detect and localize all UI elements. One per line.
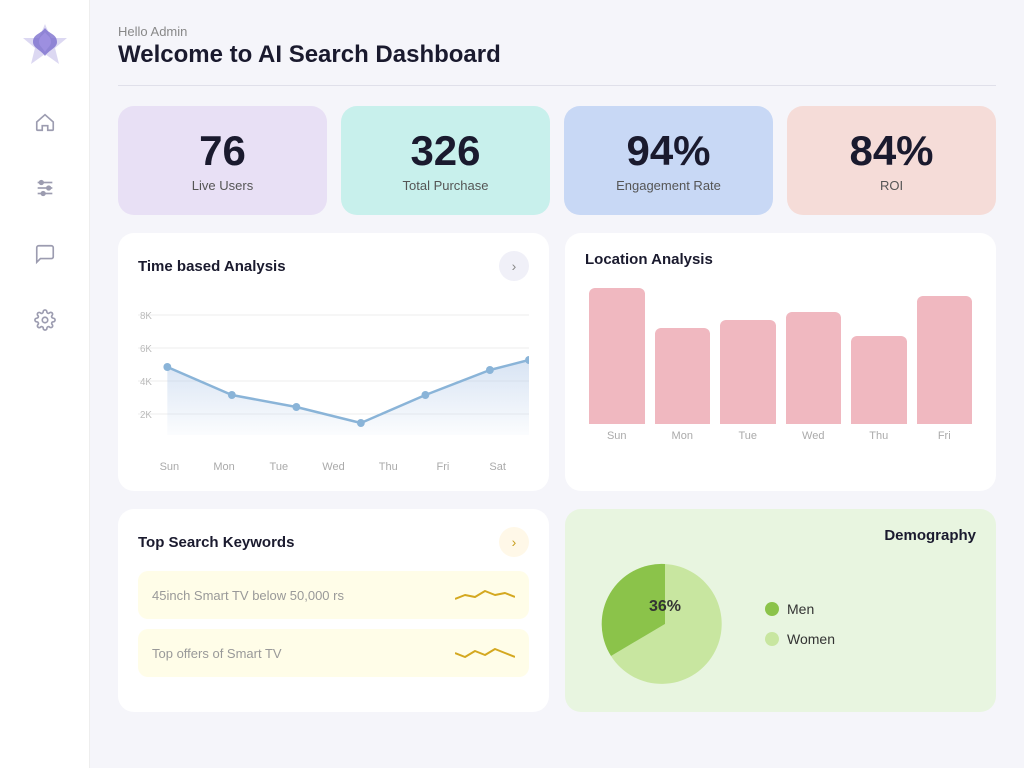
location-chart-title: Location Analysis <box>585 251 713 268</box>
bar-label-sun: Sun <box>607 430 627 442</box>
page-title: Welcome to AI Search Dashboard <box>118 41 996 69</box>
bar-group-mon: Mon <box>655 282 711 442</box>
x-label-fri: Fri <box>416 461 471 473</box>
legend-label-women: Women <box>787 631 835 647</box>
legend-dot-women <box>765 632 779 646</box>
stat-card-total-purchase: 326 Total Purchase <box>341 106 550 215</box>
bar-group-thu: Thu <box>851 282 907 442</box>
sidebar <box>0 0 90 768</box>
bar-label-mon: Mon <box>672 430 693 442</box>
svg-text:8K: 8K <box>140 311 152 322</box>
sidebar-item-settings[interactable] <box>27 302 63 338</box>
keyword-text-2: Top offers of Smart TV <box>152 646 282 661</box>
time-chart-title: Time based Analysis <box>138 258 286 275</box>
bar-fri <box>917 296 973 424</box>
time-analysis-card: Time based Analysis › 8K 6K 4K 2K <box>118 233 549 491</box>
greeting-text: Hello Admin <box>118 24 996 39</box>
demography-card: Demography 36% Men <box>565 509 996 712</box>
x-label-mon: Mon <box>197 461 252 473</box>
sidebar-item-chat[interactable] <box>27 236 63 272</box>
keywords-card: Top Search Keywords › 45inch Smart TV be… <box>118 509 549 712</box>
total-purchase-label: Total Purchase <box>361 178 530 193</box>
pie-percent-label: 36% <box>649 598 681 616</box>
svg-text:6K: 6K <box>140 344 152 355</box>
location-analysis-card: Location Analysis Sun Mon Tue Wed <box>565 233 996 491</box>
engagement-value: 94% <box>584 128 753 174</box>
bar-chart: Sun Mon Tue Wed Thu <box>585 282 976 442</box>
keyword-item-2: Top offers of Smart TV <box>138 629 529 677</box>
pie-chart-svg <box>585 554 745 694</box>
line-chart-svg: 8K 6K 4K 2K <box>138 295 529 455</box>
bar-tue <box>720 320 776 424</box>
bar-group-sun: Sun <box>589 282 645 442</box>
bar-wed <box>786 312 842 424</box>
demography-title: Demography <box>585 527 976 544</box>
keywords-next-button[interactable]: › <box>499 527 529 557</box>
keywords-header: Top Search Keywords › <box>138 527 529 557</box>
bar-label-fri: Fri <box>938 430 951 442</box>
legend-item-women: Women <box>765 631 835 647</box>
bar-label-thu: Thu <box>869 430 888 442</box>
total-purchase-value: 326 <box>361 128 530 174</box>
bar-thu <box>851 336 907 424</box>
bottom-row: Top Search Keywords › 45inch Smart TV be… <box>118 509 996 712</box>
time-chart-header: Time based Analysis › <box>138 251 529 281</box>
time-chart-x-labels: Sun Mon Tue Wed Thu Fri Sat <box>138 461 529 473</box>
x-label-sat: Sat <box>470 461 525 473</box>
engagement-label: Engagement Rate <box>584 178 753 193</box>
demography-content: 36% Men Women <box>585 554 976 694</box>
x-label-wed: Wed <box>306 461 361 473</box>
legend-item-men: Men <box>765 601 835 617</box>
bar-group-wed: Wed <box>786 282 842 442</box>
keyword-text-1: 45inch Smart TV below 50,000 rs <box>152 588 344 603</box>
time-chart-next-button[interactable]: › <box>499 251 529 281</box>
dashboard-header: Hello Admin Welcome to AI Search Dashboa… <box>118 24 996 86</box>
x-label-thu: Thu <box>361 461 416 473</box>
line-chart: 8K 6K 4K 2K <box>138 295 529 455</box>
legend-dot-men <box>765 602 779 616</box>
bar-mon <box>655 328 711 424</box>
x-label-tue: Tue <box>251 461 306 473</box>
stat-card-live-users: 76 Live Users <box>118 106 327 215</box>
bar-sun <box>589 288 645 424</box>
svg-text:4K: 4K <box>140 377 152 388</box>
sidebar-item-home[interactable] <box>27 104 63 140</box>
pie-chart: 36% <box>585 554 745 694</box>
sidebar-item-sliders[interactable] <box>27 170 63 206</box>
stat-card-roi: 84% ROI <box>787 106 996 215</box>
bar-label-wed: Wed <box>802 430 824 442</box>
stat-card-engagement: 94% Engagement Rate <box>564 106 773 215</box>
charts-row: Time based Analysis › 8K 6K 4K 2K <box>118 233 996 491</box>
bar-label-tue: Tue <box>738 430 757 442</box>
bar-group-fri: Fri <box>917 282 973 442</box>
main-content: Hello Admin Welcome to AI Search Dashboa… <box>90 0 1024 768</box>
live-users-label: Live Users <box>138 178 307 193</box>
live-users-value: 76 <box>138 128 307 174</box>
keywords-title: Top Search Keywords <box>138 534 294 551</box>
stats-row: 76 Live Users 326 Total Purchase 94% Eng… <box>118 106 996 215</box>
keyword-item-1: 45inch Smart TV below 50,000 rs <box>138 571 529 619</box>
roi-value: 84% <box>807 128 976 174</box>
svg-text:2K: 2K <box>140 410 152 421</box>
legend-label-men: Men <box>787 601 814 617</box>
roi-label: ROI <box>807 178 976 193</box>
demography-legend: Men Women <box>765 601 835 647</box>
bar-group-tue: Tue <box>720 282 776 442</box>
location-chart-header: Location Analysis <box>585 251 976 268</box>
x-label-sun: Sun <box>142 461 197 473</box>
keyword-sparkline-2 <box>455 641 515 665</box>
keyword-sparkline-1 <box>455 583 515 607</box>
logo <box>23 20 67 64</box>
